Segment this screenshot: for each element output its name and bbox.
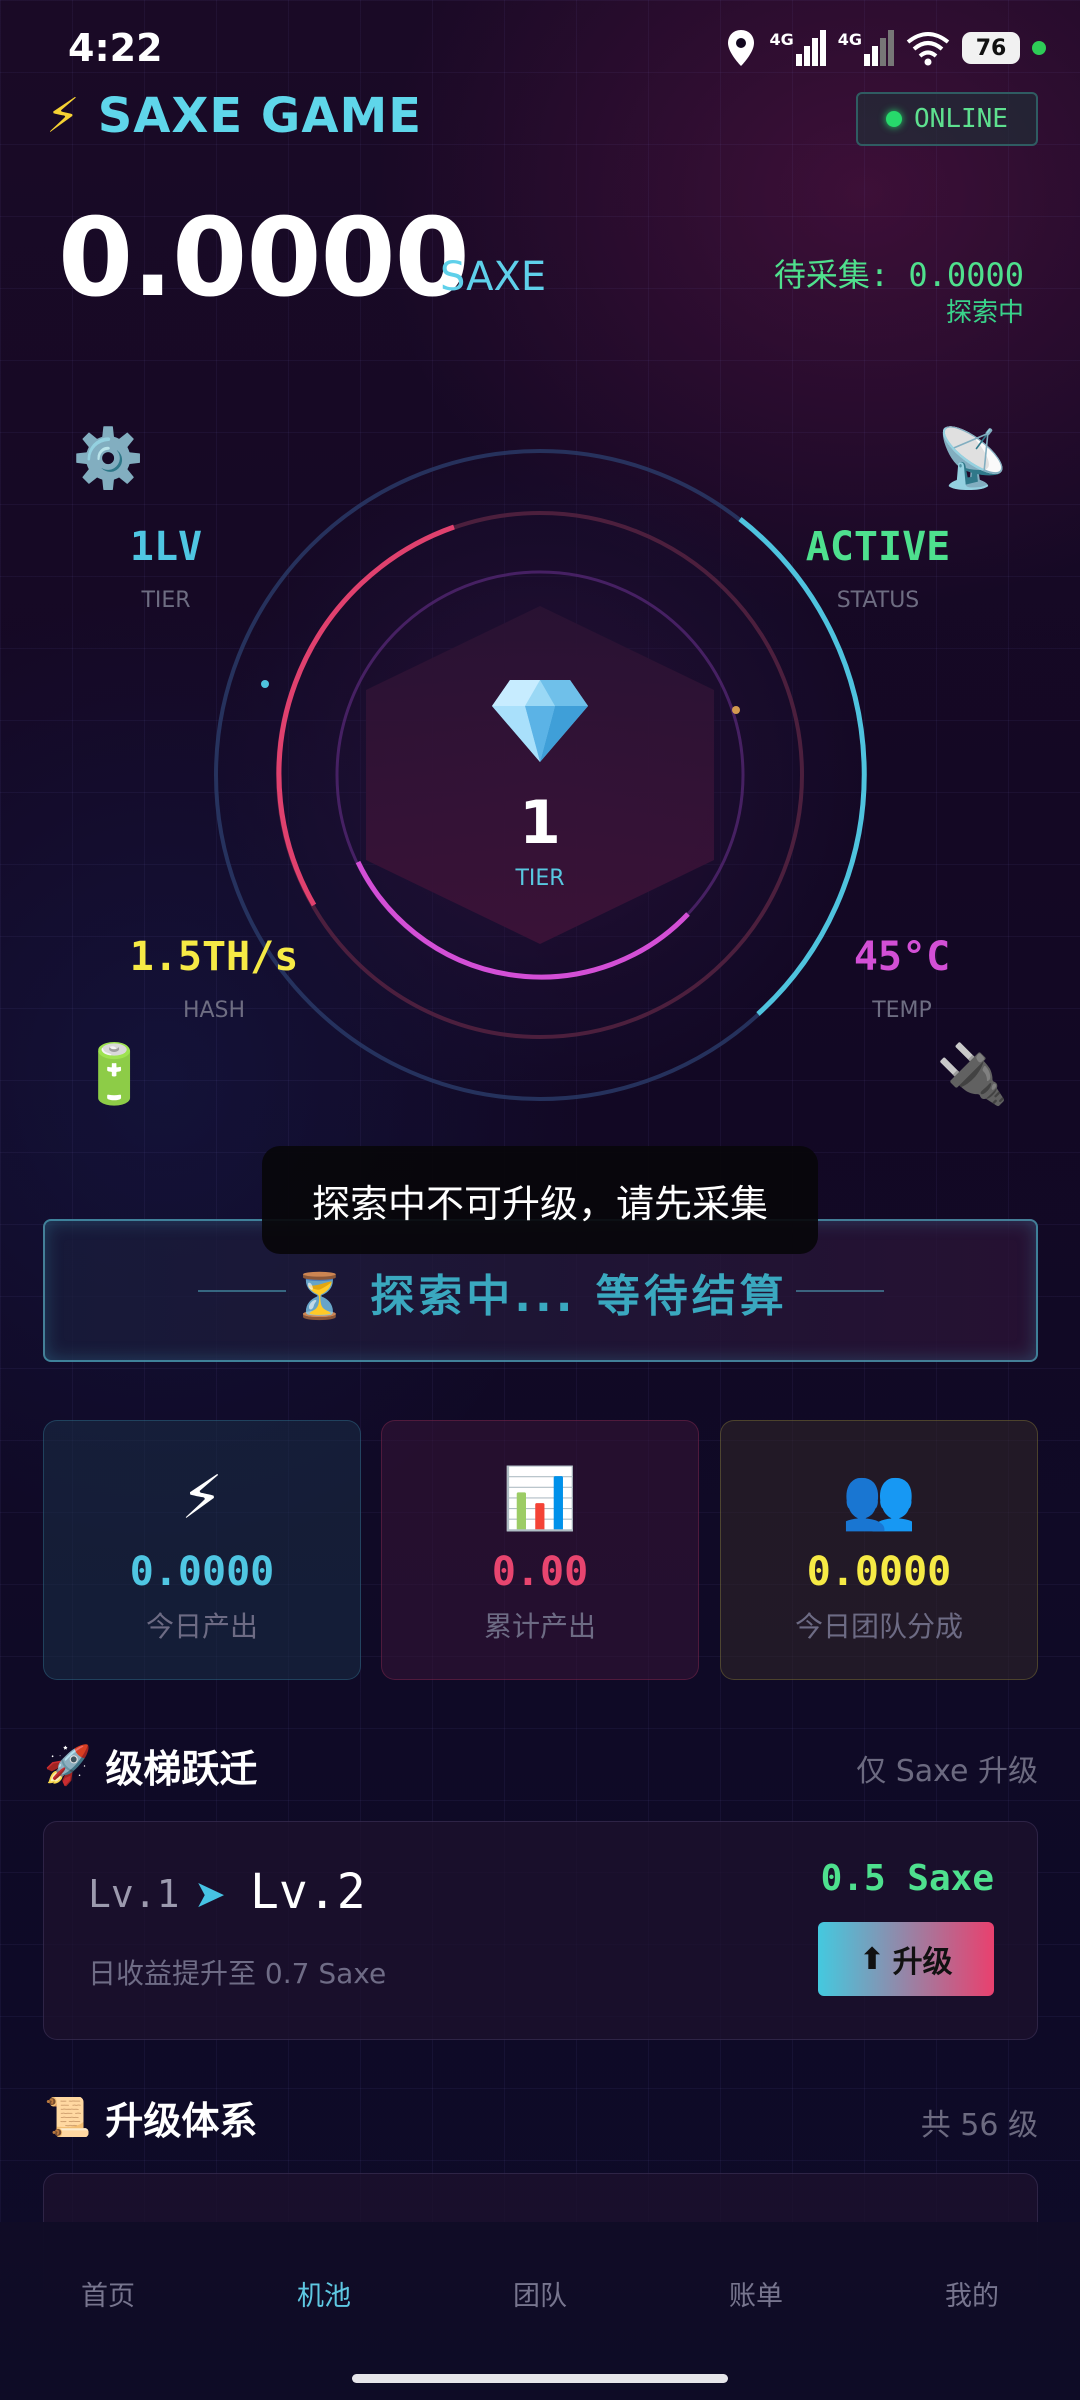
upgrade-button[interactable]: ⬆ 升级 (818, 1922, 994, 1996)
battery-level: 76 (962, 32, 1020, 64)
next-level: Lv.2 (250, 1864, 366, 1920)
stat-temp: 45°C TEMP (853, 934, 951, 1023)
balance-amount: 0.0000 (58, 196, 470, 321)
arrow-right-icon: ➤ (194, 1872, 226, 1916)
privacy-indicator-dot (1032, 41, 1046, 55)
upgrade-section-title: 🚀 级梯跃迁 (44, 1743, 258, 1791)
location-icon (728, 30, 755, 66)
stat-hash: 1.5TH/s HASH (129, 934, 299, 1023)
upgrade-price: 0.5 Saxe (820, 1858, 994, 1899)
scroll-icon: 📜 (44, 2095, 92, 2139)
cell-signal-icon-2: 4G (838, 30, 894, 66)
nav-profile[interactable]: 我的 (892, 2274, 1052, 2400)
online-status-badge: ONLINE (856, 92, 1038, 146)
system-section-title: 📜 升级体系 (44, 2095, 258, 2143)
exploring-state: 探索中 (945, 298, 1024, 328)
online-dot-icon (886, 111, 903, 127)
battery-icon: 🔋 (78, 1040, 151, 1108)
level-count: 共 56 级 (920, 2108, 1038, 2143)
card-total-output: 📊 0.00 累计产出 (381, 1420, 699, 1680)
diamond-icon (492, 680, 588, 762)
current-level: Lv.1 (88, 1872, 180, 1916)
card-team-share: 👥 0.0000 今日团队分成 (720, 1420, 1038, 1680)
upgrade-description: 日收益提升至 0.7 Saxe (88, 1957, 387, 1990)
arrow-up-icon: ⬆ (859, 1941, 885, 1977)
card-today-output: ⚡ 0.0000 今日产出 (43, 1420, 361, 1680)
center-tier-label: TIER (515, 866, 565, 891)
status-icons: 4G 4G 76 (725, 28, 1046, 68)
app-title: SAXE GAME (97, 88, 423, 144)
stat-status: ACTIVE STATUS (805, 524, 951, 613)
chart-icon: 📊 (502, 1464, 578, 1534)
plug-icon: 🔌 (936, 1040, 1009, 1108)
center-tier-number: 1 (519, 788, 561, 858)
stat-tier: 1LV TIER (129, 524, 203, 613)
toast-message: 探索中不可升级，请先采集 (262, 1146, 818, 1254)
bolt-icon: ⚡ (180, 1463, 224, 1533)
rocket-icon: 🚀 (44, 1743, 92, 1787)
gear-icon: ⚙️ (72, 424, 145, 492)
team-icon: 👥 (841, 1464, 917, 1534)
nav-home[interactable]: 首页 (28, 2274, 188, 2400)
status-time: 4:22 (68, 26, 163, 70)
home-indicator[interactable] (352, 2374, 728, 2383)
explore-status-text: ⏳ 探索中... 等待结算 (292, 1271, 788, 1322)
pending-collect: 待采集: 0.0000 (773, 256, 1024, 294)
upgrade-section-hint: 仅 Saxe 升级 (856, 1754, 1038, 1789)
bolt-icon: ⚡ (46, 88, 80, 144)
satellite-icon: 📡 (936, 424, 1009, 492)
app-logo: ⚡ SAXE GAME (46, 88, 422, 144)
cell-signal-icon: 4G (769, 30, 826, 66)
wifi-icon (906, 32, 950, 66)
balance-unit: SAXE (440, 254, 547, 300)
